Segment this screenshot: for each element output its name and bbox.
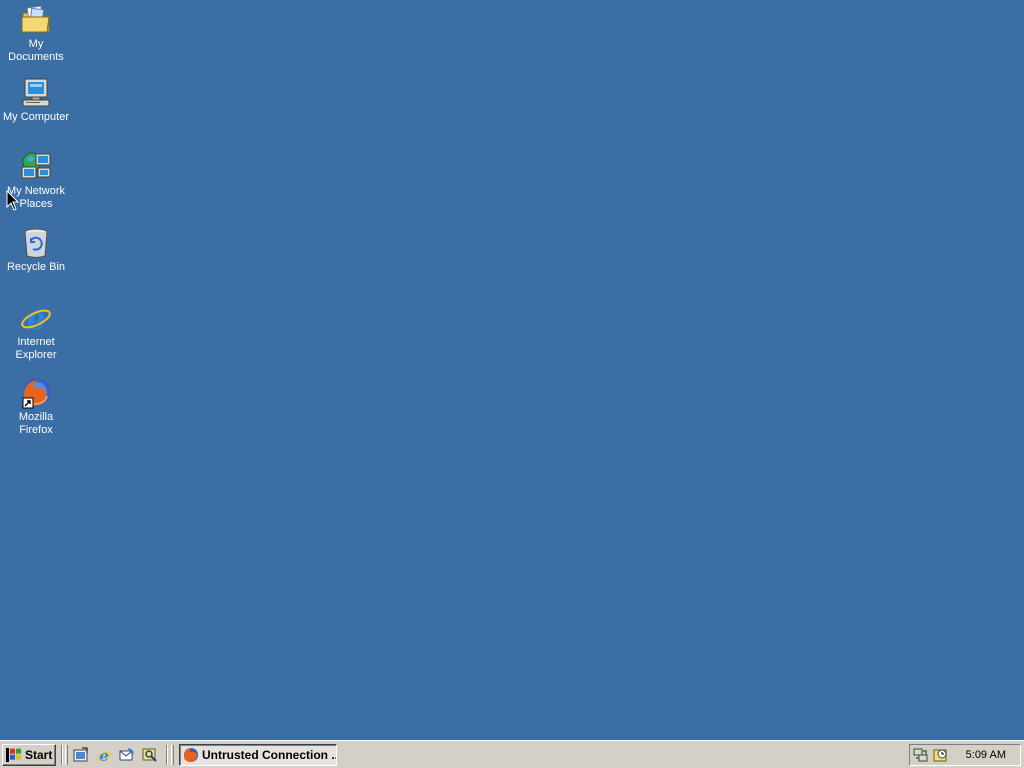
quick-launch-outlook-express[interactable]	[117, 746, 137, 764]
quick-launch-internet-explorer[interactable]: e	[94, 746, 114, 764]
taskbar-separator	[61, 745, 63, 765]
clock[interactable]: 5:09 AM	[966, 749, 1006, 761]
desktop-icon-label: Recycle Bin	[6, 261, 66, 273]
internet-explorer-icon: e	[97, 747, 111, 763]
taskbar-button-firefox[interactable]: Untrusted Connection ...	[179, 744, 337, 766]
desktop-icon-label: My Computer	[2, 111, 70, 123]
quick-launch-grip[interactable]	[65, 745, 68, 765]
svg-text:e: e	[99, 747, 109, 763]
desktop-icon-my-network-places[interactable]: My Network Places	[0, 150, 72, 211]
task-area-grip[interactable]	[171, 745, 174, 765]
desktop-icon-internet-explorer[interactable]: e Internet Explorer	[0, 301, 72, 362]
firefox-icon	[184, 748, 198, 762]
system-tray: 5:09 AM	[909, 744, 1021, 766]
windows-logo-icon	[6, 748, 21, 762]
computer-icon	[18, 76, 54, 110]
desktop-icon-label: My Documents	[8, 38, 64, 63]
start-button[interactable]: Start	[2, 744, 56, 766]
task-label: Untrusted Connection ...	[202, 748, 337, 762]
start-label: Start	[25, 748, 53, 762]
network-tray-icon[interactable]	[913, 747, 930, 763]
desktop-icon-label: Internet Explorer	[15, 336, 57, 361]
network-places-icon	[18, 150, 54, 184]
desktop-icon-label: My Network Places	[6, 185, 66, 210]
taskbar: Start e Untrusted Connection ... 5:09 AM	[0, 740, 1024, 768]
quick-launch-windows-media[interactable]	[140, 746, 160, 764]
desktop-icon-recycle-bin[interactable]: Recycle Bin	[0, 226, 72, 274]
firefox-shortcut-icon	[18, 376, 54, 410]
show-desktop-icon	[73, 747, 88, 762]
desktop-icon-my-computer[interactable]: My Computer	[0, 76, 72, 124]
scheduler-tray-icon[interactable]	[933, 747, 950, 763]
quick-launch-show-desktop[interactable]	[71, 746, 91, 764]
outlook-express-icon	[119, 748, 134, 761]
desktop-icon-label: Mozilla Firefox	[18, 411, 54, 436]
desktop-icon-my-documents[interactable]: My Documents	[0, 3, 72, 64]
windows-media-icon	[142, 748, 157, 762]
svg-text:e: e	[26, 302, 45, 335]
recycle-bin-icon	[18, 226, 54, 260]
desktop[interactable]: My Documents My Computer My Network Plac…	[0, 0, 1024, 740]
taskbar-separator	[166, 745, 168, 765]
internet-explorer-icon: e	[18, 301, 54, 337]
folder-documents-icon	[18, 3, 54, 37]
desktop-icon-mozilla-firefox[interactable]: Mozilla Firefox	[0, 376, 72, 437]
